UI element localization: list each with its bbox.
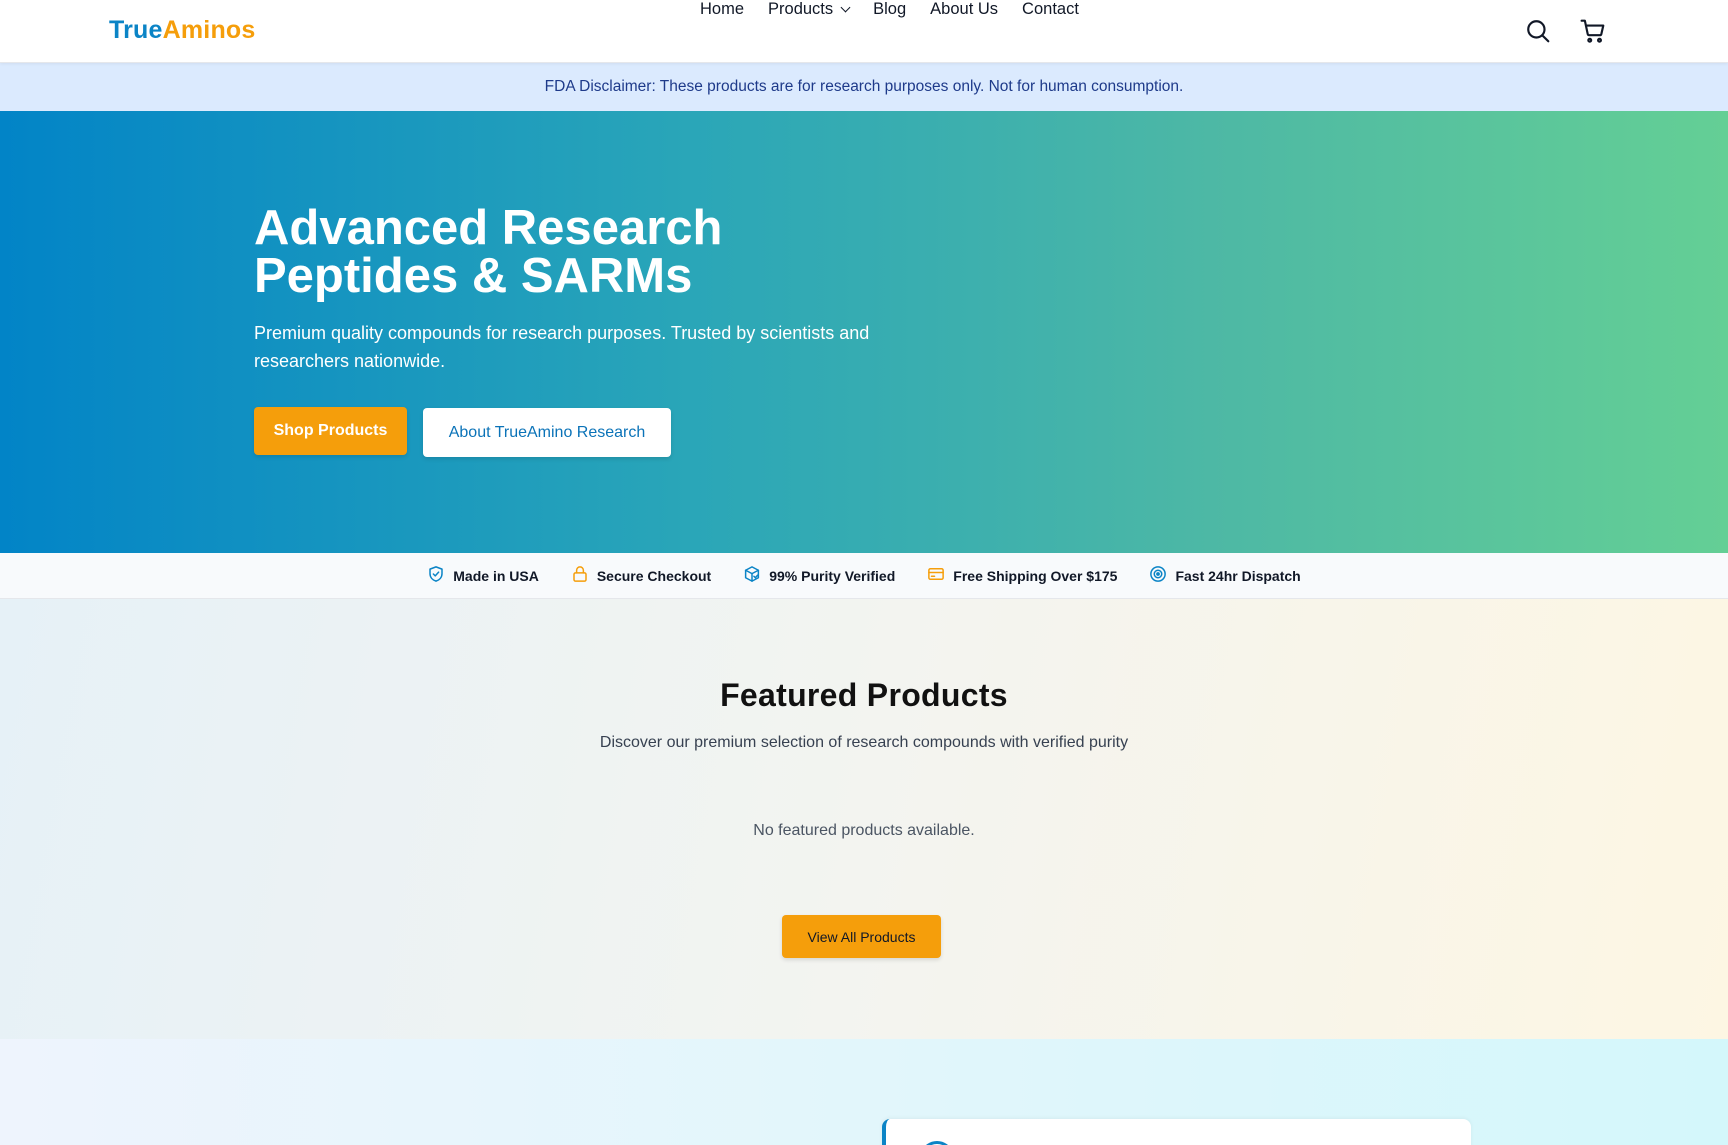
- chevron-down-icon: [840, 2, 851, 13]
- hero-subtitle: Premium quality compounds for research p…: [254, 323, 870, 371]
- trust-item-made-in-usa: Made in USA: [427, 565, 539, 586]
- trust-label: Fast 24hr Dispatch: [1175, 567, 1301, 584]
- nav-products-label: Products: [768, 0, 834, 18]
- shield-check-icon: [427, 565, 445, 586]
- trust-item-fast-dispatch: Fast 24hr Dispatch: [1149, 565, 1301, 586]
- logo[interactable]: TrueAminos: [109, 16, 255, 45]
- about-research-button[interactable]: About TrueAmino Research: [423, 408, 671, 457]
- site-header: TrueAminos Home Products Blog About Us C…: [0, 0, 1728, 63]
- nav-about-label: About Us: [930, 0, 999, 18]
- nav-contact[interactable]: Contact: [1022, 0, 1079, 19]
- featured-title: Featured Products: [720, 677, 1008, 713]
- info-card: [882, 1119, 1471, 1145]
- target-icon: [1149, 565, 1167, 586]
- nav-about[interactable]: About Us: [930, 0, 998, 19]
- main-nav: Home Products Blog About Us Contact: [700, 0, 1079, 19]
- trust-label: 99% Purity Verified: [769, 567, 896, 584]
- nav-products[interactable]: Products: [768, 0, 851, 19]
- trust-item-purity: 99% Purity Verified: [743, 565, 895, 586]
- disclaimer-text: FDA Disclaimer: These products are for r…: [544, 78, 1184, 95]
- trust-label: Free Shipping Over $175: [953, 567, 1118, 584]
- nav-contact-label: Contact: [1022, 0, 1079, 18]
- nav-blog[interactable]: Blog: [873, 0, 906, 19]
- search-icon[interactable]: [1525, 18, 1551, 44]
- fda-disclaimer-banner: FDA Disclaimer: These products are for r…: [0, 63, 1728, 111]
- trust-label: Made in USA: [453, 567, 539, 584]
- cart-icon[interactable]: [1580, 18, 1606, 44]
- nav-home[interactable]: Home: [700, 0, 744, 19]
- nav-home-label: Home: [700, 0, 745, 18]
- trust-bar: Made in USA Secure Checkout 99% Purity V…: [0, 553, 1728, 599]
- trust-item-free-shipping: Free Shipping Over $175: [927, 565, 1117, 586]
- hero-title-line2: Peptides & SARMs: [254, 249, 693, 303]
- lock-icon: [571, 565, 589, 586]
- next-section: [0, 1039, 1728, 1145]
- hero-title: Advanced Research Peptides & SARMs: [254, 201, 954, 303]
- featured-products-section: Featured Products Discover our premium s…: [0, 599, 1728, 1039]
- hero-section: Advanced Research Peptides & SARMs Premi…: [0, 111, 1728, 553]
- logo-aminos: Aminos: [162, 16, 256, 44]
- featured-empty-message: No featured products available.: [753, 822, 975, 839]
- featured-subtitle: Discover our premium selection of resear…: [599, 734, 1129, 751]
- shop-products-button[interactable]: Shop Products: [254, 407, 407, 455]
- view-all-products-button[interactable]: View All Products: [782, 915, 941, 958]
- credit-card-icon: [927, 565, 945, 586]
- nav-blog-label: Blog: [873, 0, 907, 18]
- hero-title-line1: Advanced Research: [254, 201, 723, 255]
- trust-item-secure-checkout: Secure Checkout: [571, 565, 711, 586]
- trust-label: Secure Checkout: [596, 567, 712, 584]
- circle-icon: [920, 1141, 954, 1145]
- box-check-icon: [743, 565, 761, 586]
- logo-true: True: [109, 16, 163, 44]
